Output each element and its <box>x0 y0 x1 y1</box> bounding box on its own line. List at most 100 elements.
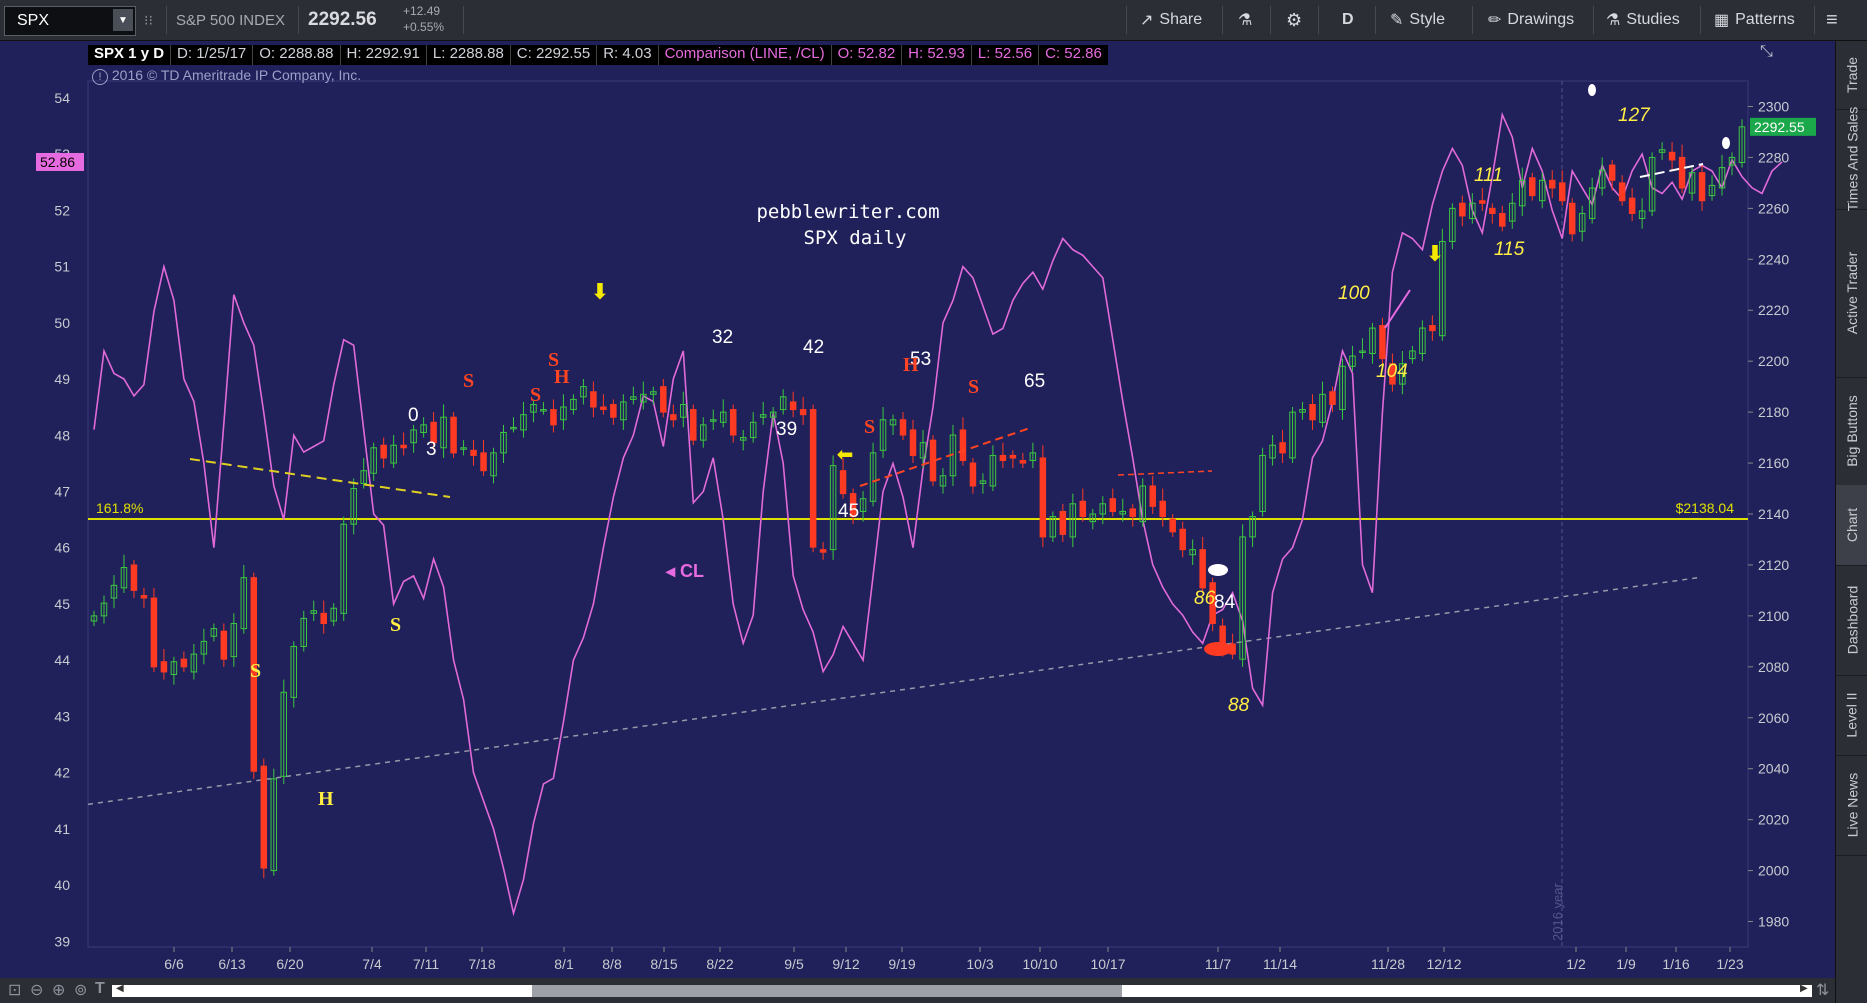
candle-body <box>1459 202 1466 217</box>
candle-body <box>180 658 188 668</box>
wave-label: 104 <box>1376 361 1408 382</box>
x-axis-tick-label: 7/4 <box>362 956 382 972</box>
wave-label: 39 <box>776 419 797 440</box>
hs-label: S <box>530 384 541 406</box>
x-axis-tick-label: 1/16 <box>1662 956 1689 972</box>
x-axis-tick-label: 1/2 <box>1566 956 1586 972</box>
candle-body <box>819 549 827 553</box>
sidebar-tab-label: Times And Sales <box>1844 106 1860 212</box>
x-axis-tick-label: 7/18 <box>468 956 495 972</box>
wave-label: 3 <box>426 439 437 460</box>
left-axis-tick-label: 40 <box>54 877 70 893</box>
flask-icon[interactable]: ⚗ <box>1238 0 1252 40</box>
candle-body <box>1149 485 1156 507</box>
header-high: H: 2292.91 <box>339 45 426 65</box>
gear-icon[interactable]: ⚙ <box>1286 0 1302 40</box>
style-button[interactable]: ✎ Style <box>1390 0 1445 40</box>
sidebar-tab-times-and-sales[interactable]: Times And Sales <box>1836 106 1867 212</box>
scroll-left-icon[interactable]: ◀ <box>116 983 124 994</box>
drawings-button[interactable]: ✏ Drawings <box>1488 0 1574 40</box>
menu-icon[interactable]: ≡ <box>1826 0 1838 40</box>
share-button[interactable]: ↗ Share <box>1140 0 1202 40</box>
candle-body <box>969 462 977 487</box>
sidebar-tab-level-ii[interactable]: Level II <box>1836 675 1867 756</box>
sidebar-tab-label: Live News <box>1844 772 1860 838</box>
hs-label: H <box>903 354 919 376</box>
arrow-left-icon: ⬅ <box>837 442 854 466</box>
net-change: +12.49 <box>403 4 441 18</box>
candle-body <box>670 414 677 421</box>
sidebar-tab-chart[interactable]: Chart <box>1836 485 1867 566</box>
scrollbar-thumb[interactable] <box>532 985 1122 997</box>
site-label: pebblewriter.com <box>756 201 939 223</box>
x-axis-tick-label: 9/19 <box>888 956 915 972</box>
hs-label: S <box>463 370 474 392</box>
candle-body <box>1079 500 1087 518</box>
sidebar-tab-dashboard[interactable]: Dashboard <box>1836 565 1867 676</box>
x-axis-tick-label: 11/28 <box>1371 956 1405 972</box>
symbol-input[interactable]: SPX ▼ <box>4 6 136 36</box>
candle-body <box>260 765 268 869</box>
x-axis-tick-label: 1/23 <box>1716 956 1743 972</box>
candle-body <box>600 406 607 411</box>
chevron-down-icon[interactable]: ▼ <box>113 9 133 31</box>
studies-button[interactable]: ⚗ Studies <box>1606 0 1680 40</box>
info-icon[interactable]: ! <box>92 69 108 85</box>
right-axis-tick-label: 2300 <box>1758 98 1789 114</box>
last-price: 2292.56 <box>308 9 377 30</box>
zoom-in-icon[interactable]: ⊕ <box>52 980 65 1000</box>
wave-label: 127 <box>1618 105 1651 126</box>
aggregation-button[interactable]: D <box>1342 0 1354 40</box>
sidebar-tab-trade[interactable]: Trade <box>1836 41 1867 110</box>
bottom-bar: ⊡ ⊖ ⊕ ⊚ T ◀ ▶ ⇅ <box>0 978 1835 1003</box>
patterns-button[interactable]: ▦ Patterns <box>1714 0 1795 40</box>
time-scrollbar[interactable] <box>112 985 1812 997</box>
pct-change: +0.55% <box>403 20 445 34</box>
fib-level-price: $2138.04 <box>1676 500 1735 516</box>
sidebar-tab-live-news[interactable]: Live News <box>1836 755 1867 856</box>
x-axis-tick-label: 6/20 <box>276 956 303 972</box>
candle-body <box>1628 197 1636 214</box>
hs-label: S <box>548 349 559 371</box>
x-axis-tick-label: 9/5 <box>784 956 804 972</box>
candle-body <box>150 597 158 668</box>
header-open: O: 2288.88 <box>252 45 339 65</box>
sidebar-tab-big-buttons[interactable]: Big Buttons <box>1836 377 1867 486</box>
header-title: SPX 1 y D <box>94 45 165 62</box>
right-axis-tick-label: 2140 <box>1758 506 1789 522</box>
candle-body <box>1489 207 1496 214</box>
scroll-right-icon[interactable]: ▶ <box>1800 983 1808 994</box>
zoom-out-icon[interactable]: ⊖ <box>30 980 43 1000</box>
hs-label: H <box>318 788 334 810</box>
candle-body <box>809 409 817 548</box>
zoom-box-icon[interactable]: ⊡ <box>8 980 21 1000</box>
target-dot <box>1204 642 1232 656</box>
hs-label: S <box>250 660 261 682</box>
copyright: ! 2016 © TD Ameritrade IP Company, Inc. <box>92 67 361 85</box>
instrument-name: S&P 500 INDEX <box>176 11 285 29</box>
neckline-yellow <box>189 458 451 498</box>
sidebar-tab-label: Trade <box>1844 56 1860 94</box>
sidebar-tab-active-trader[interactable]: Active Trader <box>1836 209 1867 378</box>
candle-body <box>1019 460 1027 464</box>
left-axis-tick-label: 47 <box>54 484 70 500</box>
x-axis-tick-label: 8/8 <box>602 956 622 972</box>
candle-body <box>400 444 407 449</box>
zoom-reset-icon[interactable]: ⊚ <box>74 980 87 1000</box>
right-axis-tick-label: 2120 <box>1758 557 1789 573</box>
candle-body <box>909 429 917 456</box>
maximize-icon[interactable]: ⤡ <box>1760 43 1773 61</box>
header-close: C: 2292.55 <box>509 45 596 65</box>
wave-label: 65 <box>1024 371 1045 392</box>
style-icon: ✎ <box>1390 12 1404 29</box>
wave-label: 86 <box>1194 588 1216 609</box>
candle-body <box>660 386 667 413</box>
expand-icon[interactable]: ⇅ <box>1816 980 1829 1000</box>
comparison-high: H: 52.93 <box>901 45 971 65</box>
link-icon[interactable]: ⁝⁝ <box>144 0 153 40</box>
candle-body <box>1479 200 1486 204</box>
text-tool-icon[interactable]: T <box>95 980 105 998</box>
right-axis-tick-label: 2160 <box>1758 455 1789 471</box>
candle-body <box>480 452 487 472</box>
chart-area[interactable]: 2016 year 161.8% $2138.04 pebblewriter.co… <box>0 41 1835 978</box>
